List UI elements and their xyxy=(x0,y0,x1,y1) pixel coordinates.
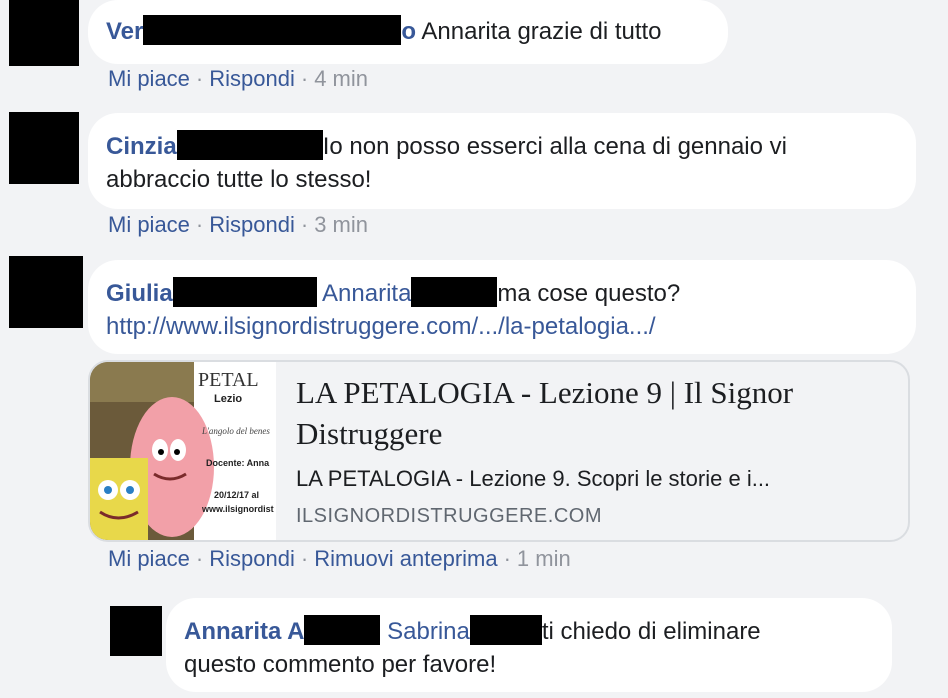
comment-author[interactable]: Annarita A xyxy=(184,618,304,645)
redacted-block xyxy=(176,130,323,160)
comment-text-line: ti chiedo di eliminare xyxy=(541,618,761,645)
like-link[interactable]: Mi piace xyxy=(108,212,190,237)
remove-preview-link[interactable]: Rimuovi anteprima xyxy=(314,546,497,571)
like-link[interactable]: Mi piace xyxy=(108,546,190,571)
avatar[interactable] xyxy=(9,256,83,328)
redacted-block xyxy=(143,15,402,45)
comment-text-line: abbraccio tutte lo stesso! xyxy=(106,166,372,193)
svg-text:Lezio: Lezio xyxy=(214,393,242,405)
redacted-block xyxy=(469,615,542,645)
avatar[interactable] xyxy=(110,606,162,656)
svg-text:L'angolo del benes: L'angolo del benes xyxy=(201,426,270,436)
comment-text-line: questo commento per favore! xyxy=(184,651,497,678)
comment-author[interactable]: Cinzia xyxy=(106,133,177,160)
comment-author[interactable]: Ver xyxy=(106,18,143,45)
reply-link[interactable]: Rispondi xyxy=(209,212,295,237)
comment-text-line: Io non posso esserci alla cena di gennai… xyxy=(322,133,787,160)
shared-url-link[interactable]: http://www.ilsignordistruggere.com/.../l… xyxy=(106,310,898,343)
comment-actions: Mi piace · Rispondi · 3 min xyxy=(108,212,368,237)
redacted-block xyxy=(411,277,498,307)
comment-timestamp[interactable]: 3 min xyxy=(314,212,368,237)
comment-author-tail[interactable]: o xyxy=(401,18,416,45)
svg-text:20/12/17 al: 20/12/17 al xyxy=(214,490,259,500)
comment-timestamp[interactable]: 4 min xyxy=(314,66,368,91)
svg-text:PETAL: PETAL xyxy=(198,369,259,391)
thumbnail-image: PETAL Lezio L'angolo del benes Docente: … xyxy=(90,362,276,540)
comment-timestamp[interactable]: 1 min xyxy=(517,546,571,571)
avatar[interactable] xyxy=(9,0,79,66)
comment-actions: Mi piace · Rispondi · 4 min xyxy=(108,66,368,91)
redacted-block xyxy=(172,277,317,307)
comment-bubble: Giulia Annarita ma cose questo? http://ww… xyxy=(88,260,916,354)
preview-thumbnail[interactable]: PETAL Lezio L'angolo del benes Docente: … xyxy=(90,362,276,540)
comment-bubble: Cinzia Io non posso esserci alla cena di … xyxy=(88,113,916,209)
reply-link[interactable]: Rispondi xyxy=(209,546,295,571)
avatar[interactable] xyxy=(9,112,79,184)
mention-link[interactable]: Sabrina xyxy=(387,618,470,645)
like-link[interactable]: Mi piace xyxy=(108,66,190,91)
reply-link[interactable]: Rispondi xyxy=(209,66,295,91)
link-preview-card[interactable]: PETAL Lezio L'angolo del benes Docente: … xyxy=(88,360,910,542)
comment-text: Annarita grazie di tutto xyxy=(421,18,662,45)
redacted-block xyxy=(304,615,381,645)
comment-text: ma cose questo? xyxy=(497,280,681,307)
mention-link[interactable]: Annarita xyxy=(322,280,411,307)
svg-text:www.ilsignordist: www.ilsignordist xyxy=(201,504,274,514)
comment-bubble: Ver o Annarita grazie di tutto xyxy=(88,0,728,64)
comment-actions: Mi piace · Rispondi · Rimuovi anteprima · 1 mi… xyxy=(108,546,571,571)
reply-bubble: Annarita A Sabrina ti chiedo di eliminare… xyxy=(166,598,892,692)
preview-description: LA PETALOGIA - Lezione 9. Scopri le stor… xyxy=(296,466,771,491)
svg-text:Docente: Anna: Docente: Anna xyxy=(206,458,270,468)
preview-title[interactable]: LA PETALOGIA - Lezione 9 | Il Signor Dis… xyxy=(296,372,894,454)
comment-author[interactable]: Giulia xyxy=(106,280,173,307)
preview-domain: ILSIGNORDISTRUGGERE.COM xyxy=(296,505,602,527)
